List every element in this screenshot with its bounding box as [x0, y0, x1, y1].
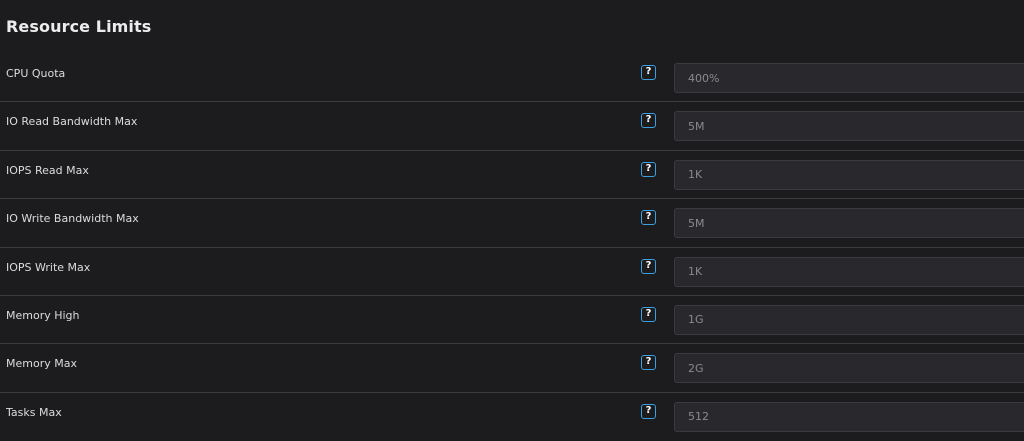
field-row-iops-write-max: IOPS Write Max ? [0, 248, 1024, 296]
iops-write-max-input[interactable] [674, 256, 1024, 287]
field-row-io-read-bandwidth-max: IO Read Bandwidth Max ? [0, 102, 1024, 151]
io-read-bandwidth-max-input[interactable] [674, 111, 1024, 142]
help-icon[interactable]: ? [641, 355, 656, 371]
io-write-bandwidth-max-input[interactable] [674, 208, 1024, 239]
resource-limits-list: CPU Quota ? IO Read Bandwidth Max ? IOPS… [0, 54, 1024, 441]
field-label: Tasks Max [6, 405, 62, 419]
iops-read-max-input[interactable] [674, 159, 1024, 190]
field-row-io-write-bandwidth-max: IO Write Bandwidth Max ? [0, 199, 1024, 248]
field-label: IOPS Read Max [6, 163, 89, 177]
field-row-memory-max: Memory Max ? [0, 344, 1024, 393]
help-icon[interactable]: ? [641, 113, 656, 129]
field-row-memory-high: Memory High ? [0, 296, 1024, 345]
field-row-cpu-quota: CPU Quota ? [0, 54, 1024, 103]
field-label: Memory High [6, 308, 80, 322]
help-icon[interactable]: ? [641, 161, 656, 177]
field-label: IOPS Write Max [6, 260, 91, 274]
field-label: Memory Max [6, 357, 77, 371]
section-title: Resource Limits [6, 17, 152, 36]
help-icon[interactable]: ? [641, 258, 656, 274]
cpu-quota-input[interactable] [674, 63, 1024, 93]
memory-max-input[interactable] [674, 353, 1024, 384]
field-label: IO Read Bandwidth Max [6, 115, 138, 129]
help-icon[interactable]: ? [641, 403, 656, 419]
tasks-max-input[interactable] [674, 401, 1024, 432]
field-label: CPU Quota [6, 67, 66, 80]
field-row-iops-read-max: IOPS Read Max ? [0, 151, 1024, 200]
field-row-tasks-max: Tasks Max ? [0, 393, 1024, 441]
help-icon[interactable]: ? [641, 306, 656, 322]
field-label: IO Write Bandwidth Max [6, 212, 139, 226]
memory-high-input[interactable] [674, 304, 1024, 335]
help-icon[interactable]: ? [641, 65, 656, 80]
help-icon[interactable]: ? [641, 210, 656, 226]
